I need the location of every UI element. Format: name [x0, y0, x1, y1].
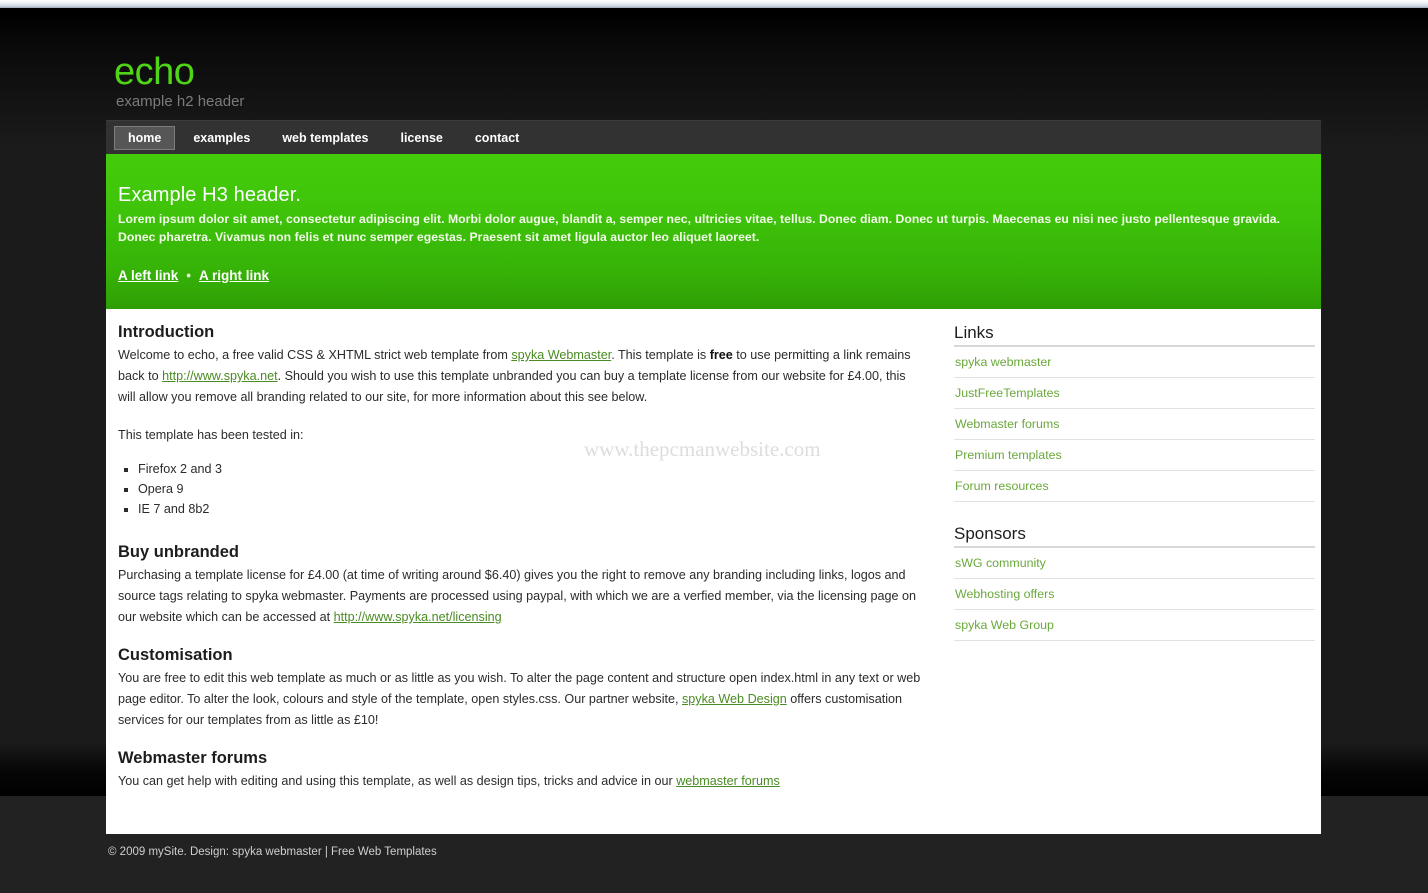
sidebar-link-forum-resources[interactable]: Forum resources	[954, 471, 1315, 501]
introduction-heading: Introduction	[118, 323, 926, 342]
sidebar: Links spyka webmaster JustFreeTemplates …	[946, 309, 1321, 834]
list-item: IE 7 and 8b2	[138, 500, 926, 519]
nav-item-license[interactable]: license	[384, 126, 458, 150]
primary-column: www.thepcmanwebsite.com Introduction Wel…	[106, 309, 946, 834]
webmaster-forums-paragraph: You can get help with editing and using …	[118, 771, 926, 792]
site-header: echo example h2 header	[106, 8, 1321, 120]
intro-text-a: Welcome to echo, a free valid CSS & XHTM…	[118, 348, 511, 362]
tested-in-label: This template has been tested in:	[118, 425, 926, 446]
tested-browsers-list: Firefox 2 and 3 Opera 9 IE 7 and 8b2	[138, 460, 926, 519]
feature-body-text: Lorem ipsum dolor sit amet, consectetur …	[118, 210, 1297, 246]
list-item[interactable]: Webmaster forums	[954, 409, 1315, 440]
link-webmaster-forums[interactable]: webmaster forums	[676, 774, 780, 788]
nav-link-contact[interactable]: contact	[461, 126, 533, 150]
customisation-heading: Customisation	[118, 646, 926, 665]
feature-link-separator: •	[178, 268, 199, 283]
list-item: Opera 9	[138, 480, 926, 499]
list-item[interactable]: Premium templates	[954, 440, 1315, 471]
sidebar-links-list: spyka webmaster JustFreeTemplates Webmas…	[954, 347, 1315, 502]
list-item[interactable]: sWG community	[954, 548, 1315, 579]
feature-right-link[interactable]: A right link	[199, 268, 269, 283]
browser-chrome-strip	[0, 0, 1428, 8]
sidebar-links-heading: Links	[954, 323, 1315, 347]
footer-text: © 2009 mySite. Design: spyka webmaster |…	[108, 846, 437, 858]
section-buy-unbranded: Buy unbranded Purchasing a template lice…	[118, 543, 926, 628]
list-item: Firefox 2 and 3	[138, 460, 926, 479]
intro-text-free: free	[710, 348, 733, 362]
nav-item-web-templates[interactable]: web templates	[266, 126, 384, 150]
nav-item-contact[interactable]: contact	[459, 126, 535, 150]
feature-heading: Example H3 header.	[118, 184, 1297, 207]
feature-links: A left link•A right link	[118, 268, 1297, 283]
sidebar-link-premium-templates[interactable]: Premium templates	[954, 440, 1315, 470]
nav-link-examples[interactable]: examples	[179, 126, 264, 150]
sidebar-link-spyka-webmaster[interactable]: spyka webmaster	[954, 347, 1315, 377]
main-navigation: home examples web templates license cont…	[106, 120, 1321, 154]
feature-left-link[interactable]: A left link	[118, 268, 178, 283]
nav-item-examples[interactable]: examples	[177, 126, 266, 150]
buy-unbranded-heading: Buy unbranded	[118, 543, 926, 562]
site-footer: © 2009 mySite. Design: spyka webmaster |…	[106, 834, 1321, 858]
section-customisation: Customisation You are free to edit this …	[118, 646, 926, 731]
list-item[interactable]: spyka Web Group	[954, 610, 1315, 641]
sidebar-link-justfreetemplates[interactable]: JustFreeTemplates	[954, 378, 1315, 408]
sidebar-link-webhosting-offers[interactable]: Webhosting offers	[954, 579, 1315, 609]
site-tagline: example h2 header	[116, 93, 1321, 111]
content-area: www.thepcmanwebsite.com Introduction Wel…	[106, 309, 1321, 834]
buy-text-a: Purchasing a template license for £4.00 …	[118, 568, 916, 624]
sidebar-link-spyka-web-group[interactable]: spyka Web Group	[954, 610, 1315, 640]
list-item[interactable]: JustFreeTemplates	[954, 378, 1315, 409]
intro-text-b: . This template is	[611, 348, 709, 362]
nav-link-license[interactable]: license	[386, 126, 456, 150]
nav-link-web-templates[interactable]: web templates	[268, 126, 382, 150]
nav-item-home[interactable]: home	[106, 126, 177, 150]
link-spyka-web-design[interactable]: spyka Web Design	[682, 692, 787, 706]
page-container: echo example h2 header home examples web…	[106, 8, 1321, 796]
sidebar-block-links: Links spyka webmaster JustFreeTemplates …	[954, 323, 1315, 502]
list-item[interactable]: Webhosting offers	[954, 579, 1315, 610]
link-spyka-net[interactable]: http://www.spyka.net	[162, 369, 278, 383]
buy-unbranded-paragraph: Purchasing a template license for £4.00 …	[118, 565, 926, 628]
site-logo[interactable]: echo	[114, 52, 1321, 92]
section-webmaster-forums: Webmaster forums You can get help with e…	[118, 749, 926, 792]
sidebar-sponsors-heading: Sponsors	[954, 524, 1315, 548]
feature-banner: Example H3 header. Lorem ipsum dolor sit…	[106, 154, 1321, 309]
introduction-paragraph: Welcome to echo, a free valid CSS & XHTM…	[118, 345, 926, 408]
list-item[interactable]: Forum resources	[954, 471, 1315, 502]
customisation-paragraph: You are free to edit this web template a…	[118, 668, 926, 731]
nav-list: home examples web templates license cont…	[106, 121, 1321, 155]
nav-link-home[interactable]: home	[114, 126, 175, 150]
list-item[interactable]: spyka webmaster	[954, 347, 1315, 378]
section-introduction: Introduction Welcome to echo, a free val…	[118, 323, 926, 519]
link-spyka-webmaster[interactable]: spyka Webmaster	[511, 348, 611, 362]
webmaster-forums-heading: Webmaster forums	[118, 749, 926, 768]
link-spyka-licensing[interactable]: http://www.spyka.net/licensing	[334, 610, 502, 624]
forums-text-a: You can get help with editing and using …	[118, 774, 676, 788]
sidebar-link-webmaster-forums[interactable]: Webmaster forums	[954, 409, 1315, 439]
sidebar-sponsors-list: sWG community Webhosting offers spyka We…	[954, 548, 1315, 641]
sidebar-block-sponsors: Sponsors sWG community Webhosting offers…	[954, 524, 1315, 641]
sidebar-link-swg-community[interactable]: sWG community	[954, 548, 1315, 578]
